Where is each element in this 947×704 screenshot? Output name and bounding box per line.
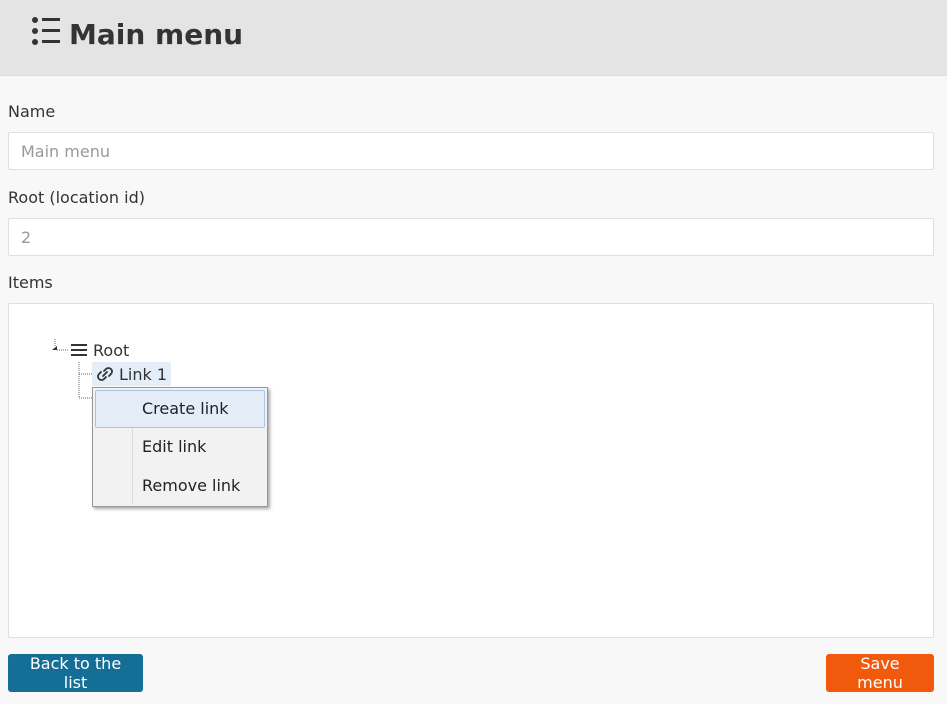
collapse-toggle-icon	[52, 346, 57, 350]
tree-node-link-1[interactable]: Link 1	[92, 362, 172, 386]
edit-link-menu-item[interactable]: Edit link	[95, 428, 265, 466]
tree-node-link-label: Link 1	[119, 364, 168, 384]
tree-node-root-label: Root	[93, 340, 130, 360]
save-menu-button[interactable]: Save menu	[826, 654, 934, 692]
hamburger-icon	[71, 344, 87, 356]
context-menu: Create link Edit link Remove link	[92, 387, 268, 507]
tree-node-root[interactable]: Root	[70, 338, 129, 362]
link-icon	[97, 367, 113, 381]
back-to-list-button[interactable]: Back to the list	[8, 654, 143, 692]
tree-connector-lines	[52, 339, 92, 399]
remove-link-menu-item[interactable]: Remove link	[95, 467, 265, 505]
create-link-menu-item[interactable]: Create link	[95, 390, 265, 428]
